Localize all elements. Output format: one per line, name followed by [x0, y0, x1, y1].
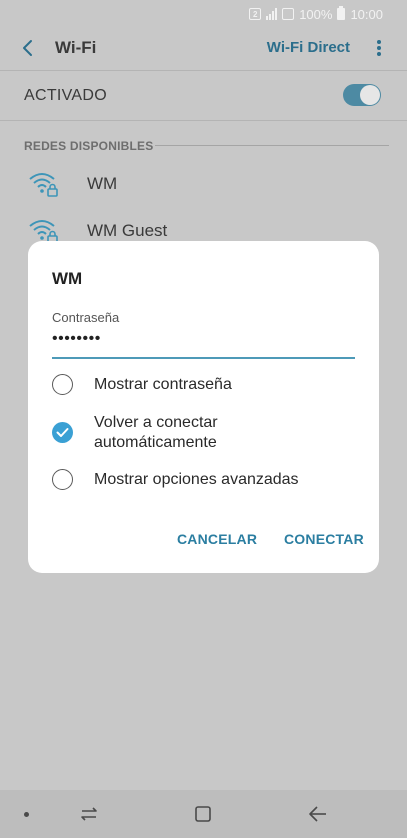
- app-bar-divider: [0, 70, 407, 71]
- show-password-option[interactable]: Mostrar contraseña: [52, 374, 362, 398]
- show-password-label: Mostrar contraseña: [94, 376, 232, 393]
- wifi-password-dialog: WM Contraseña •••••••• Mostrar contraseñ…: [28, 241, 379, 573]
- navigation-bar: [0, 790, 407, 838]
- wifi-lock-icon: [29, 173, 58, 197]
- recent-apps-icon[interactable]: [78, 804, 100, 824]
- advanced-options-option[interactable]: Mostrar opciones avanzadas: [52, 469, 362, 493]
- page-title: Wi-Fi: [55, 38, 97, 57]
- battery-icon: [337, 6, 346, 20]
- auto-reconnect-option[interactable]: Volver a conectar automáticamente: [52, 412, 362, 456]
- password-label: Contraseña: [52, 310, 120, 325]
- network-name: WM Guest: [87, 221, 168, 240]
- sim-badge-icon: 2: [249, 8, 262, 20]
- connect-button[interactable]: CONECTAR: [284, 531, 364, 547]
- advanced-options-label: Mostrar opciones avanzadas: [94, 471, 299, 488]
- checkmark-icon: [56, 428, 69, 437]
- home-icon[interactable]: [195, 806, 211, 822]
- network-item-wm[interactable]: WM: [0, 162, 407, 206]
- back-arrow-icon[interactable]: [18, 38, 38, 58]
- clock: 10:00: [350, 6, 383, 22]
- advanced-options-checkbox[interactable]: [52, 469, 73, 490]
- status-bar: 2 100% 10:00: [0, 0, 407, 28]
- password-underline: [52, 357, 355, 359]
- network-name: WM: [87, 174, 118, 193]
- battery-percent: 100%: [299, 6, 333, 22]
- wifi-direct-button[interactable]: Wi-Fi Direct: [267, 39, 350, 56]
- wifi-toggle-switch[interactable]: [343, 84, 381, 106]
- activated-divider: [0, 120, 407, 121]
- cancel-button[interactable]: CANCELAR: [177, 531, 257, 547]
- no-sim-icon: [282, 8, 295, 20]
- more-options-icon[interactable]: [375, 38, 383, 58]
- sim-badge-label: 2: [252, 9, 258, 19]
- nav-dot-icon[interactable]: [24, 812, 29, 817]
- toggle-knob: [360, 85, 380, 105]
- available-networks-header: REDES DISPONIBLES: [24, 139, 154, 153]
- password-input[interactable]: ••••••••: [52, 330, 101, 348]
- app-bar: Wi-Fi Wi-Fi Direct: [0, 28, 407, 70]
- back-nav-icon[interactable]: [307, 804, 329, 824]
- auto-reconnect-label-line1: Volver a conectar: [94, 414, 218, 431]
- auto-reconnect-checkbox[interactable]: [52, 422, 73, 443]
- section-divider: [155, 145, 389, 146]
- show-password-checkbox[interactable]: [52, 374, 73, 395]
- signal-icon: [266, 8, 278, 20]
- wifi-toggle-label: ACTIVADO: [24, 87, 108, 104]
- dialog-title: WM: [52, 269, 83, 288]
- auto-reconnect-label-line2: automáticamente: [94, 434, 217, 451]
